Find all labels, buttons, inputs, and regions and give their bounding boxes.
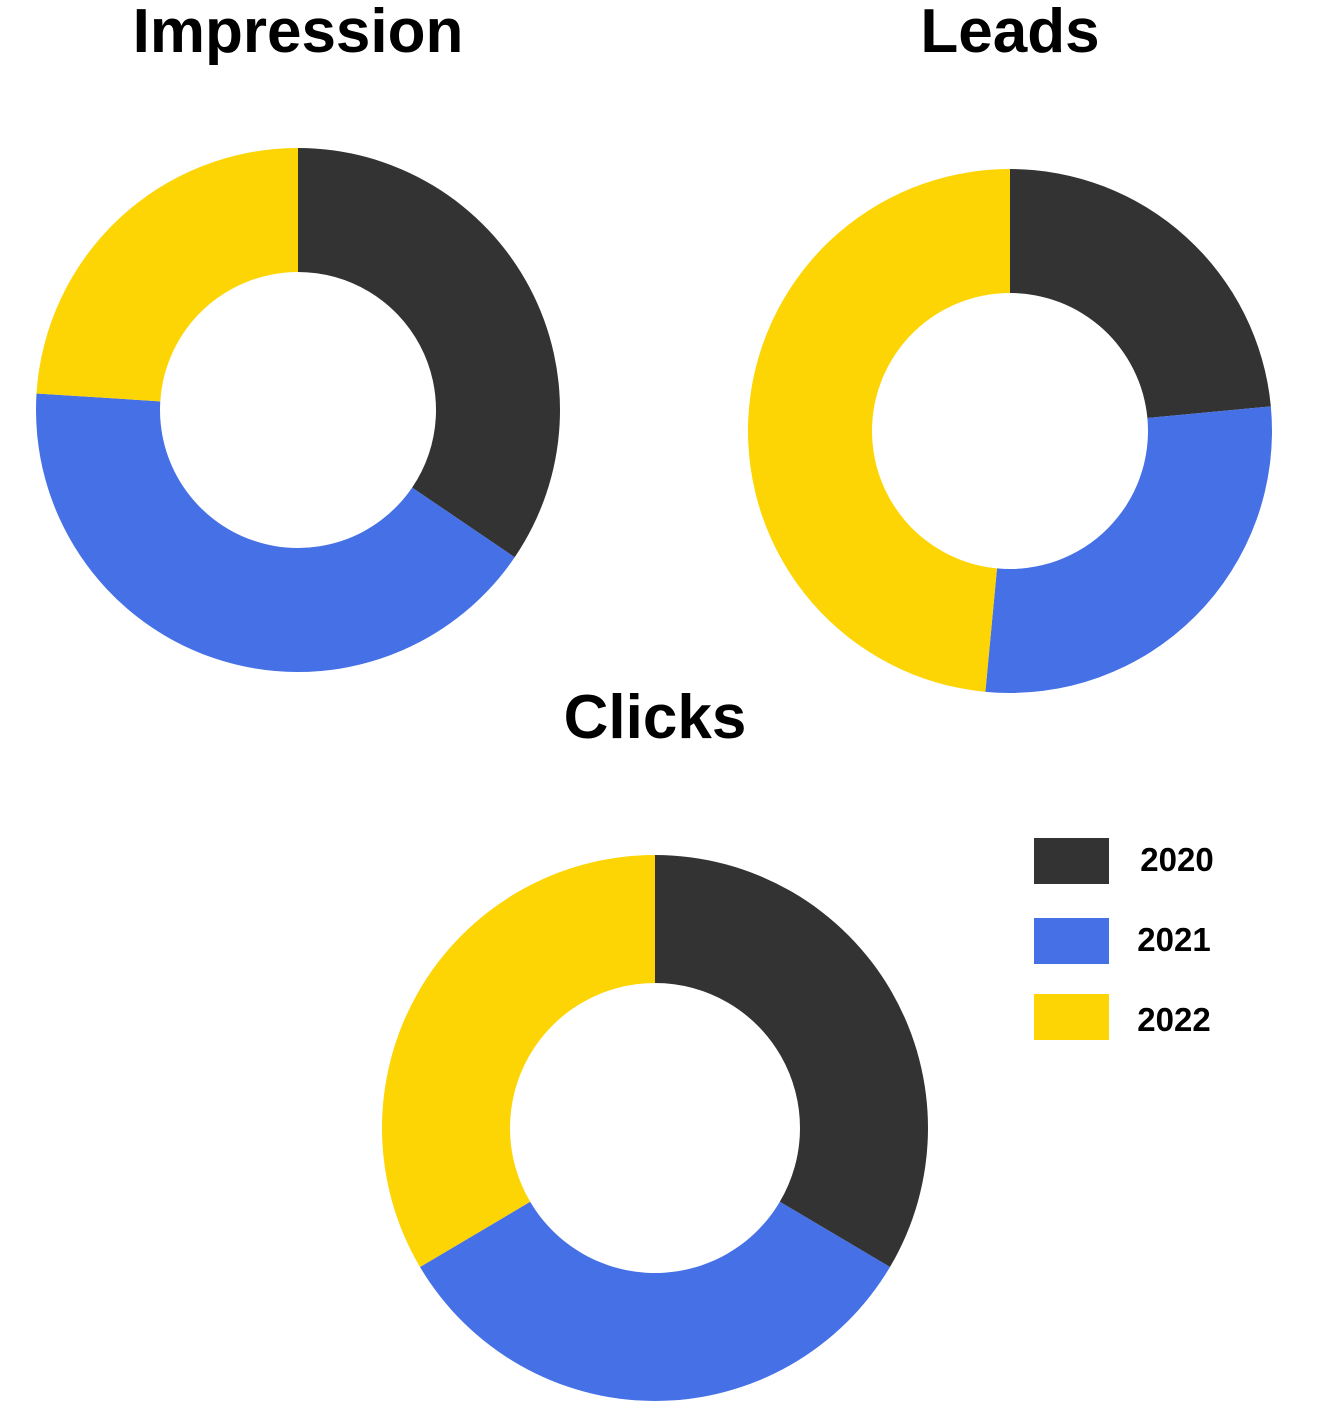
legend-label-2022: 2022 [1137,1001,1210,1038]
legend-label-2021: 2021 [1137,921,1210,958]
donut-slice-leads-2020 [1010,169,1271,419]
donut-slice-clicks-2021 [420,1201,890,1401]
donut-slice-impression-2022 [36,148,298,402]
legend-swatch-2020 [1034,838,1109,884]
donut-slice-leads-2021 [985,406,1272,693]
chart-title-clicks: Clicks [564,683,747,752]
donut-slice-clicks-2022 [382,855,655,1267]
clicks-donut-chart: Clicks [382,683,928,1401]
donut-slice-leads-2022 [748,169,1010,692]
legend: 2020 2021 2022 [1034,838,1214,1040]
chart-title-leads: Leads [920,0,1099,66]
impression-donut-chart: Impression [35,0,561,673]
chart-title-impression: Impression [133,0,464,66]
donut-charts-figure: Impression Leads Clicks 2020 2021 2022 [35,0,1272,1401]
legend-swatch-2021 [1034,918,1109,964]
legend-label-2020: 2020 [1140,841,1213,878]
legend-swatch-2022 [1034,994,1109,1040]
donut-slice-impression-2020 [298,148,561,558]
donut-slice-clicks-2020 [655,855,928,1267]
leads-donut-chart: Leads [748,0,1272,693]
